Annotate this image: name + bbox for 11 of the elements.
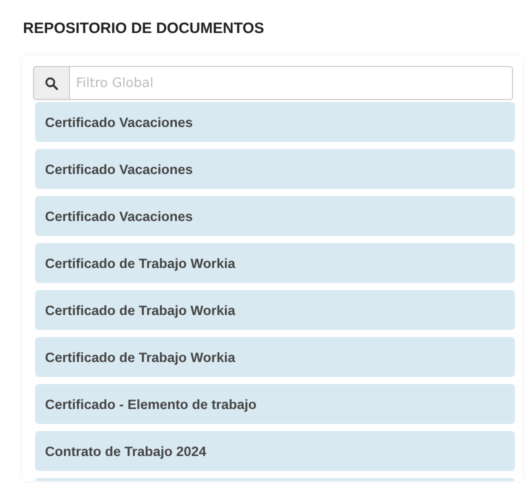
search-icon — [45, 76, 58, 90]
document-item[interactable]: Certificado Vacaciones — [35, 149, 515, 189]
document-item[interactable]: Certificado - Elemento de trabajo — [35, 384, 515, 424]
document-item[interactable]: Certificado Vacaciones — [35, 196, 515, 236]
document-item[interactable]: Certificado Vacaciones — [35, 102, 515, 142]
document-item[interactable]: Certificado de Trabajo Workia — [35, 243, 515, 283]
page-title: REPOSITORIO DE DOCUMENTOS — [23, 20, 266, 38]
document-item[interactable]: Certificado de Trabajo Workia — [35, 290, 515, 330]
search-field[interactable]: Filtro Global — [70, 66, 513, 100]
document-item[interactable]: Certificado de Trabajo Workia — [35, 337, 515, 377]
document-item[interactable]: Contrato de Trabajo 2024 — [35, 431, 515, 471]
